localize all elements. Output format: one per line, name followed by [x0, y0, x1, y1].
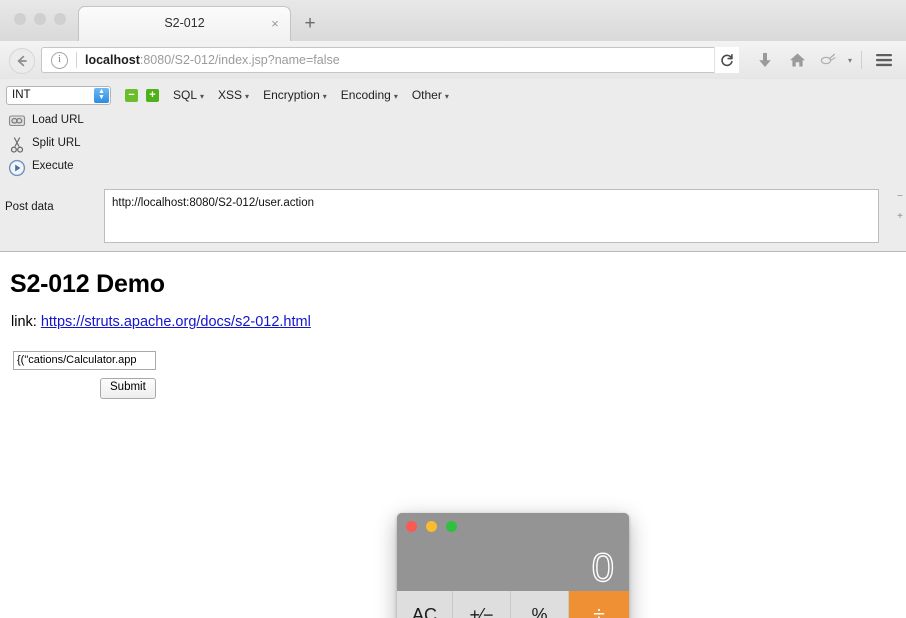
browser-tab[interactable]: S2-012 × — [78, 6, 291, 41]
new-tab-button[interactable]: + — [300, 14, 320, 34]
menu-sql[interactable]: SQL ▾ — [173, 88, 204, 102]
toolbar-divider — [861, 51, 862, 69]
url-shrink-button[interactable]: − — [897, 192, 903, 202]
split-url-action[interactable]: Split URL — [0, 134, 98, 157]
play-icon — [8, 159, 26, 177]
chevron-down-icon: ▾ — [245, 92, 250, 101]
hackbar-menu-row: INT ▲ ▼ − + SQL ▾ XSS ▾ Encryption ▾ Encodin… — [0, 84, 906, 106]
calculator-titlebar: 0 — [397, 513, 629, 591]
calculator-minimize-button[interactable] — [426, 521, 437, 532]
reload-icon — [721, 54, 733, 67]
submit-button[interactable]: Submit — [100, 378, 156, 399]
reload-button[interactable] — [714, 47, 739, 73]
calculator-display: 0 — [591, 546, 615, 590]
load-url-label: Load URL — [32, 114, 84, 126]
menu-encoding[interactable]: Encoding ▾ — [341, 88, 398, 102]
calculator-window: 0 AC +⁄− % ÷ 7 8 9 × 4 5 6 − 1 2 3 + 0 — [397, 513, 629, 618]
scissors-icon — [8, 136, 26, 154]
maximize-window-button[interactable] — [54, 13, 66, 25]
calculator-close-button[interactable] — [406, 521, 417, 532]
hackbar-actions: Load URL Split URL Execute — [0, 111, 98, 180]
chevron-down-icon: ▾ — [322, 92, 327, 101]
payload-input[interactable]: cations/Calculator.app")} — [13, 351, 156, 370]
calc-key-percent[interactable]: % — [511, 591, 569, 618]
page-title: S2-012 Demo — [10, 270, 165, 298]
menu-encoding-label: Encoding — [340, 88, 391, 102]
menu-button[interactable] — [872, 48, 896, 72]
calculator-maximize-button[interactable] — [446, 521, 457, 532]
home-button[interactable] — [785, 48, 809, 72]
link-prefix: link: — [11, 314, 37, 330]
calc-key-ac[interactable]: AC — [397, 591, 453, 618]
page-content: S2-012 Demo link: https://struts.apache.… — [0, 252, 906, 618]
menu-encryption[interactable]: Encryption ▾ — [263, 88, 327, 102]
remove-button[interactable]: − — [125, 88, 138, 102]
address-bar[interactable]: i localhost:8080/S2-012/index.jsp?name=f… — [41, 47, 739, 73]
info-icon[interactable]: i — [51, 51, 68, 69]
download-button[interactable] — [753, 48, 777, 72]
calculator-keypad: AC +⁄− % ÷ 7 8 9 × 4 5 6 − 1 2 3 + 0 · = — [397, 591, 629, 618]
add-button[interactable]: + — [146, 88, 159, 102]
close-icon[interactable]: × — [268, 17, 282, 31]
home-icon — [789, 53, 805, 67]
download-icon — [759, 52, 771, 67]
execute-label: Execute — [32, 160, 74, 172]
menu-xss[interactable]: XSS ▾ — [218, 88, 249, 102]
type-select[interactable]: INT ▲ ▼ — [6, 85, 111, 105]
link-row: link: https://struts.apache.org/docs/s2-… — [11, 314, 311, 330]
execute-action[interactable]: Execute — [0, 157, 98, 180]
hackbar-toolbar: INT ▲ ▼ − + SQL ▾ XSS ▾ Encryption ▾ Encodin… — [0, 79, 906, 324]
back-button[interactable] — [9, 48, 35, 74]
calc-key-sign[interactable]: +⁄− — [453, 591, 511, 618]
url-textarea[interactable]: http://localhost:8080/S2-012/user.action — [104, 189, 879, 243]
navigation-bar: i localhost:8080/S2-012/index.jsp?name=f… — [0, 41, 906, 80]
chevron-down-icon: ▾ — [444, 92, 449, 101]
menu-xss-label: XSS — [218, 88, 243, 102]
extension-button[interactable] — [816, 48, 840, 72]
hamburger-menu-icon — [876, 54, 892, 67]
chevron-down-icon[interactable]: ▾ — [838, 48, 862, 72]
menu-other-label: Other — [411, 88, 442, 102]
calculator-traffic-lights — [406, 521, 457, 532]
tab-title: S2-012 — [164, 16, 205, 30]
window-traffic-lights — [14, 13, 66, 25]
chevron-down-icon: ▲ ▼ — [94, 87, 109, 103]
address-bar-divider — [76, 52, 77, 68]
post-data-label: Post data — [5, 201, 54, 213]
close-window-button[interactable] — [14, 13, 26, 25]
s2-012-doc-link[interactable]: https://struts.apache.org/docs/s2-012.ht… — [41, 314, 311, 330]
calc-key-divide[interactable]: ÷ — [569, 591, 629, 618]
type-select-value: INT — [12, 89, 31, 101]
url-grow-button[interactable]: + — [897, 212, 903, 222]
menu-sql-label: SQL — [173, 88, 198, 102]
chevron-down-icon: ▾ — [200, 92, 205, 101]
menu-encryption-label: Encryption — [263, 88, 320, 102]
minimize-window-button[interactable] — [34, 13, 46, 25]
browser-window: S2-012 × + i localhost:8080/S2-012/index… — [0, 0, 906, 618]
menu-other[interactable]: Other ▾ — [412, 88, 449, 102]
url-host: localhost — [85, 53, 140, 67]
address-bar-text: localhost:8080/S2-012/index.jsp?name=fal… — [85, 53, 340, 67]
load-url-action[interactable]: Load URL — [0, 111, 98, 134]
load-url-icon — [8, 113, 26, 131]
back-arrow-icon — [17, 55, 27, 67]
split-url-label: Split URL — [32, 137, 81, 149]
url-path: :8080/S2-012/index.jsp?name=false — [139, 53, 340, 67]
extension-icon — [820, 53, 836, 65]
chevron-down-icon: ▾ — [393, 92, 398, 101]
tab-strip: S2-012 × + — [0, 0, 906, 42]
